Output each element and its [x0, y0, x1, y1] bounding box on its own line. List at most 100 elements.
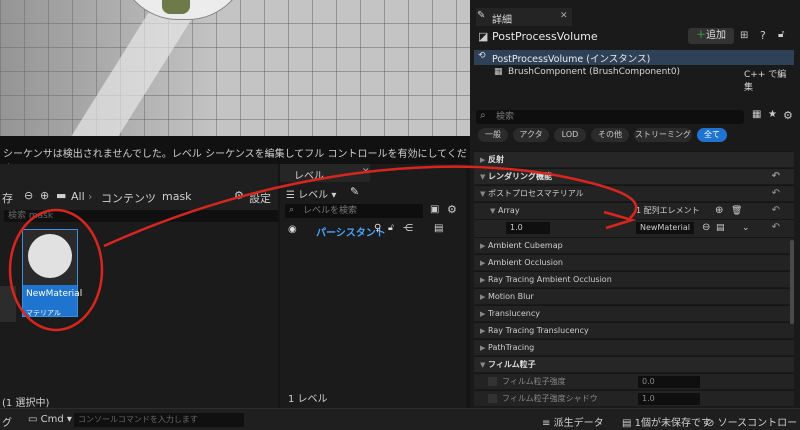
derived-data-button[interactable]: ≡ 派生データ [542, 414, 604, 429]
search-icon: ⌕ [480, 110, 486, 121]
forward-icon[interactable]: ⊕ [40, 189, 49, 202]
reset-icon[interactable]: ↶ [772, 186, 780, 202]
property-film-grain-shadows[interactable]: フィルム粒子強度シャドウ 1.0 [474, 390, 794, 406]
gear-icon[interactable]: ⚙ [234, 189, 244, 202]
console-command-input[interactable]: コンソールコマンドを入力します [74, 413, 244, 427]
grain-intensity-field[interactable]: 0.0 [638, 376, 700, 388]
component-label: BrushComponent (BrushComponent0) [508, 67, 681, 77]
path-segment-mask[interactable]: mask [162, 190, 192, 203]
property-label: Array [498, 206, 520, 215]
asset-name: NewMaterial [26, 289, 83, 299]
content-search-input[interactable]: 検索 mask [4, 210, 278, 222]
lock-icon[interactable]: 🔓︎ [778, 29, 784, 40]
filter-chip-streaming[interactable]: ストリーミング [634, 128, 692, 142]
property-array[interactable]: ▼ Array 1 配列エレメント ⊕ 🗑︎ ↶ [474, 202, 794, 219]
property-post-process-materials[interactable]: ▼ ポストプロセスマテリアル ↶ [474, 185, 794, 201]
material-select[interactable]: NewMaterial ▾ [636, 222, 694, 244]
property-array-element-0[interactable]: 1.0 NewMaterial ▾ ⊖ ▤ ⌄ ↶ [474, 219, 794, 244]
close-icon[interactable]: ✕ [362, 167, 370, 177]
details-search-input[interactable]: 検索 [476, 110, 744, 124]
gear-icon[interactable]: ⚙ [447, 203, 457, 216]
level-viewport[interactable] [0, 0, 470, 136]
gear-icon[interactable]: ⚙ [783, 109, 793, 122]
category-label: Ray Tracing Ambient Occlusion [488, 275, 612, 284]
filter-chip-actor[interactable]: アクタ [513, 128, 549, 142]
category-rt-translucency[interactable]: ▶ Ray Tracing Translucency [474, 322, 794, 338]
levels-dropdown[interactable]: ☰ レベル ▾ [286, 186, 336, 201]
details-scrollbar[interactable] [790, 240, 794, 324]
back-icon[interactable]: ⊖ [24, 189, 33, 202]
grain-shadows-field[interactable]: 1.0 [638, 393, 700, 405]
category-rt-ambient-occlusion[interactable]: ▶ Ray Tracing Ambient Occlusion [474, 271, 794, 287]
property-film-grain-intensity[interactable]: フィルム粒子強度 0.0 [474, 373, 794, 389]
chevron-down-icon: ▼ [480, 361, 486, 369]
pencil-icon[interactable]: ✎ [350, 185, 359, 198]
category-path-tracing[interactable]: ▶ PathTracing [474, 339, 794, 355]
derived-data-label: 派生データ [553, 418, 604, 429]
level-row-persistent[interactable]: ◉ パーシスタント ♀ 🔓︎ ⋲ ▤ [280, 222, 466, 240]
viewport-sphere-detail [162, 0, 190, 14]
category-reflection[interactable]: ▶ 反射 [474, 151, 794, 167]
blueprint-icon[interactable]: ⊞ [740, 30, 748, 41]
settings-button[interactable]: 設定 [249, 190, 271, 206]
eye-icon[interactable]: ◉ [288, 224, 297, 235]
override-checkbox[interactable] [488, 394, 497, 403]
hierarchy-icon[interactable]: ⋲ [403, 223, 413, 234]
star-icon[interactable]: ★ [768, 109, 777, 120]
override-checkbox[interactable] [488, 377, 497, 386]
add-component-button[interactable]: ＋追加 [688, 28, 734, 44]
save-all-button[interactable]: 存 [2, 190, 13, 206]
weight-field[interactable]: 1.0 [506, 222, 550, 234]
cmd-dropdown[interactable]: ▭ Cmd ▾ [28, 414, 72, 425]
asset-thumbnail [23, 230, 77, 285]
browse-icon[interactable]: ▤ [716, 220, 725, 236]
use-selected-icon[interactable]: ⊖ [702, 220, 710, 236]
lock-icon[interactable]: 🔓︎ [388, 223, 394, 233]
source-control-label: ソースコントロール [717, 418, 798, 429]
asset-tile-newmaterial[interactable]: NewMaterial マテリアル [22, 229, 82, 317]
levels-search-input[interactable]: レベルを検索 [285, 204, 423, 218]
reset-icon[interactable]: ↶ [772, 220, 780, 236]
category-ambient-occlusion[interactable]: ▶ Ambient Occlusion [474, 254, 794, 270]
category-motion-blur[interactable]: ▶ Motion Blur [474, 288, 794, 304]
component-row-postprocessvolume[interactable]: ⟲ PostProcessVolume (インスタンス) [474, 50, 794, 65]
reset-icon[interactable]: ↶ [772, 203, 780, 219]
tab-levels[interactable]: レベル ✕ [280, 164, 370, 182]
category-label: Translucency [488, 309, 540, 318]
save-icon[interactable]: ▤ [434, 223, 443, 234]
category-translucency[interactable]: ▶ Translucency [474, 305, 794, 321]
source-control-button[interactable]: ⊘ ソースコントロール [706, 414, 800, 430]
table-view-icon[interactable]: ▦ [752, 109, 761, 120]
chevron-down-icon[interactable]: ⌄ [742, 220, 750, 236]
filter-chip-general[interactable]: 一般 [478, 128, 508, 142]
close-icon[interactable]: ✕ [560, 11, 568, 21]
edit-cpp-link[interactable]: C++ で編集 [744, 67, 794, 93]
pencil-icon: ✎ [477, 10, 486, 21]
chevron-down-icon: ▼ [480, 173, 486, 181]
category-film-grain[interactable]: ▼ フィルム粒子 [474, 356, 794, 372]
help-icon[interactable]: ? [760, 29, 766, 42]
category-rendering-features[interactable]: ▼ レンダリング機能 ↶ [474, 168, 794, 184]
component-row-brushcomponent[interactable]: ▦ BrushComponent (BrushComponent0) C++ で… [474, 65, 794, 93]
category-label: Ambient Occlusion [488, 258, 563, 267]
array-count: 1 配列エレメント [636, 206, 700, 215]
trash-icon[interactable]: 🗑︎ [731, 203, 742, 219]
reset-icon[interactable]: ↶ [772, 169, 780, 185]
material-select-value: NewMaterial [640, 223, 690, 232]
category-label: フィルム粒子 [488, 360, 536, 369]
path-segment-all[interactable]: All [71, 190, 85, 203]
filter-chip-all[interactable]: 全て [697, 128, 727, 142]
filter-chip-lod[interactable]: LOD [554, 128, 586, 142]
chevron-down-icon: ▼ [490, 207, 496, 215]
chevron-right-icon: ▶ [480, 310, 486, 318]
filter-chip-misc[interactable]: その他 [591, 128, 629, 142]
folder-add-icon[interactable]: ▣ [430, 204, 439, 215]
category-ambient-cubemap[interactable]: ▶ Ambient Cubemap [474, 237, 794, 253]
tab-details[interactable]: 詳細 ✕ [476, 8, 572, 26]
add-element-icon[interactable]: ⊕ [715, 203, 723, 219]
lightbulb-icon[interactable]: ♀ [374, 223, 381, 234]
level-count: 1 レベル [288, 394, 328, 405]
content-browser: 存 ⊖ ⊕ ▬ All › コンテンツ › mask ⚙ 設定 検索 mask … [0, 164, 278, 409]
unsaved-button[interactable]: ▤ 1個が未保存です [622, 414, 711, 429]
unsaved-label: 1個が未保存です [634, 418, 712, 429]
